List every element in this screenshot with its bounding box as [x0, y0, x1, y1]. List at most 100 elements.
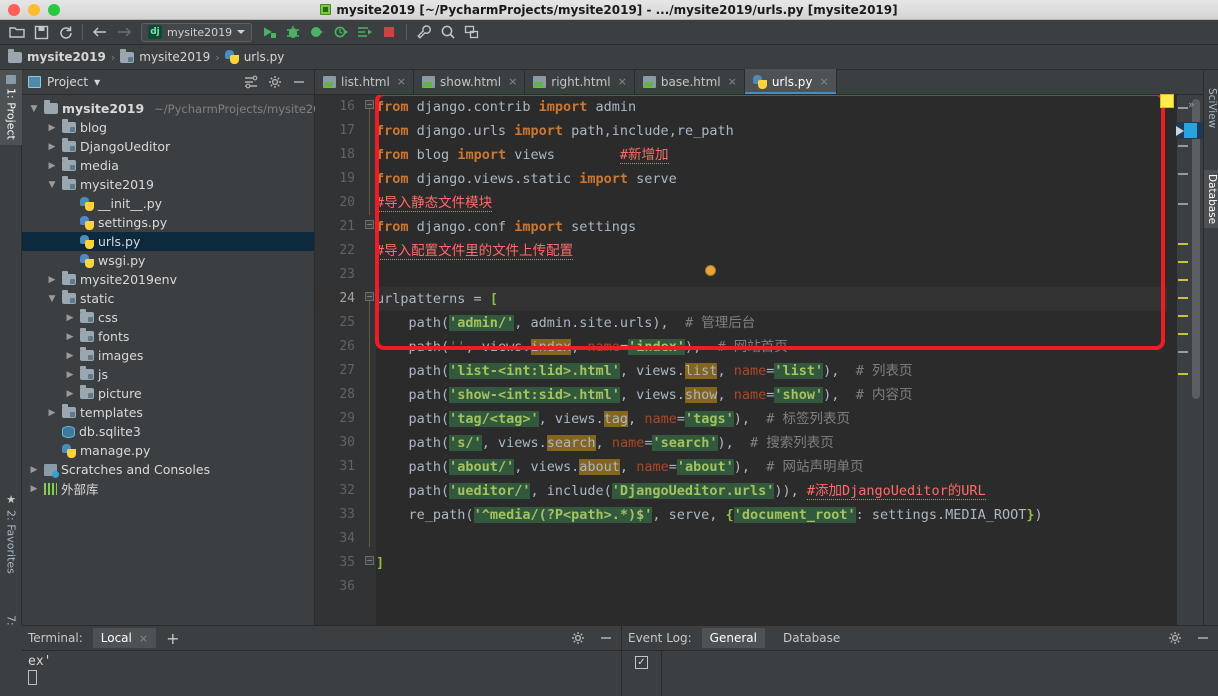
line-number[interactable]: 33	[315, 503, 362, 527]
code-line[interactable]	[376, 575, 1167, 599]
line-number[interactable]: 25	[315, 311, 362, 335]
error-stripe-mark[interactable]	[1178, 351, 1188, 353]
sidebar-item-database[interactable]: Database	[1204, 170, 1218, 229]
run-with-console-icon[interactable]	[354, 22, 376, 42]
inspection-status-chip[interactable]	[1160, 94, 1174, 108]
code-line[interactable]: #导入配置文件里的文件上传配置	[376, 239, 1167, 263]
line-number[interactable]: 28	[315, 383, 362, 407]
line-number[interactable]: 18	[315, 143, 362, 167]
error-stripe-mark[interactable]	[1178, 203, 1188, 205]
editor-tab-list-html[interactable]: list.html ×	[315, 69, 414, 94]
tree-item-djangoueditor[interactable]: ▶ DjangoUeditor	[22, 137, 314, 156]
twisty-collapsed-icon[interactable]: ▶	[46, 275, 58, 285]
line-number[interactable]: 31	[315, 455, 362, 479]
line-number[interactable]: 21	[315, 215, 362, 239]
code-line[interactable]: path('admin/', admin.site.urls), # 管理后台	[376, 311, 1167, 335]
code-line[interactable]: path('show-<int:sid>.html', views.show, …	[376, 383, 1167, 407]
code-line[interactable]: re_path('^media/(?P<path>.*)$', serve, {…	[376, 503, 1167, 527]
code-content[interactable]: from django.contrib import admin from dja…	[376, 95, 1167, 625]
code-line[interactable]: from django.views.static import serve	[376, 167, 1167, 191]
event-log-tab-database[interactable]: Database	[775, 628, 848, 648]
tree-item-blog[interactable]: ▶ blog	[22, 118, 314, 137]
code-line[interactable]: path('list-<int:lid>.html', views.list, …	[376, 359, 1167, 383]
tree-item-urls-py[interactable]: urls.py	[22, 232, 314, 251]
code-line[interactable]	[376, 263, 1167, 287]
save-icon[interactable]	[30, 22, 52, 42]
breadcrumb-item-project[interactable]: mysite2019	[8, 48, 106, 64]
error-stripe-mark[interactable]	[1178, 261, 1188, 263]
twisty-collapsed-icon[interactable]: ▶	[46, 142, 58, 152]
gear-icon[interactable]	[1166, 629, 1184, 647]
error-stripe-mark[interactable]	[1178, 333, 1188, 335]
line-number[interactable]: 32	[315, 479, 362, 503]
line-number[interactable]: 20	[315, 191, 362, 215]
fold-marker-imports[interactable]: −	[365, 100, 374, 109]
search-icon[interactable]	[437, 22, 459, 42]
twisty-collapsed-icon[interactable]: ▶	[46, 408, 58, 418]
code-line[interactable]: from blog import views #新增加	[376, 143, 1167, 167]
hide-icon[interactable]	[1194, 629, 1212, 647]
line-number[interactable]: 16	[315, 95, 362, 119]
editor-tab-show-html[interactable]: show.html ×	[414, 69, 526, 94]
tree-item--init-py[interactable]: __init__.py	[22, 194, 314, 213]
code-line[interactable]: path('tag/<tag>', views.tag, name='tags'…	[376, 407, 1167, 431]
gear-icon[interactable]	[569, 629, 587, 647]
error-stripe-mark[interactable]	[1178, 373, 1188, 375]
twisty-collapsed-icon[interactable]: ▶	[64, 332, 76, 342]
editor-tab-base-html[interactable]: base.html ×	[635, 69, 745, 94]
error-stripe-mark[interactable]	[1178, 243, 1188, 245]
error-stripe[interactable]	[1177, 95, 1189, 625]
fold-marker-conf[interactable]: −	[365, 220, 374, 229]
run-icon[interactable]	[258, 22, 280, 42]
tree-item-scratches-and-consoles[interactable]: ▶ Scratches and Consoles	[22, 460, 314, 479]
error-stripe-mark[interactable]	[1178, 315, 1188, 317]
add-terminal-button[interactable]: +	[166, 629, 179, 648]
code-folding-column[interactable]: − − − −	[362, 95, 376, 625]
tree-item-fonts[interactable]: ▶ fonts	[22, 327, 314, 346]
error-stripe-mark[interactable]	[1178, 173, 1188, 175]
tree-item-mysite2019[interactable]: ▼ mysite2019 ~/PycharmProjects/mysite20	[22, 99, 320, 118]
breadcrumb-item-module[interactable]: mysite2019	[120, 48, 210, 64]
tree-item-js[interactable]: ▶ js	[22, 365, 314, 384]
terminal-tab-local[interactable]: Local ×	[92, 628, 157, 648]
error-stripe-mark[interactable]	[1178, 145, 1188, 147]
twisty-collapsed-icon[interactable]: ▶	[64, 351, 76, 361]
close-icon[interactable]: ×	[728, 75, 737, 88]
twisty-expanded-icon[interactable]: ▼	[28, 104, 40, 114]
fold-marker-urlpatterns[interactable]: −	[365, 292, 374, 301]
line-number[interactable]: 19	[315, 167, 362, 191]
run-target-icon[interactable]	[1184, 123, 1197, 138]
line-number[interactable]: 34	[315, 527, 362, 551]
tree-item-manage-py[interactable]: manage.py	[22, 441, 314, 460]
event-log-tab-general[interactable]: General	[701, 628, 765, 648]
line-number[interactable]: 23	[315, 263, 362, 287]
close-icon[interactable]: ×	[397, 75, 406, 88]
twisty-expanded-icon[interactable]: ▼	[46, 180, 58, 190]
profile-icon[interactable]	[330, 22, 352, 42]
tree-item-wsgi-py[interactable]: wsgi.py	[22, 251, 314, 270]
sidebar-item-sciview[interactable]: SciView	[1204, 84, 1218, 132]
line-number[interactable]: 35	[315, 551, 362, 575]
code-line[interactable]: from django.contrib import admin	[376, 95, 1167, 119]
sidebar-item-favorites[interactable]: ★ 2: Favorites	[0, 488, 22, 579]
tree-item-templates[interactable]: ▶ templates	[22, 403, 314, 422]
twisty-collapsed-icon[interactable]: ▶	[28, 484, 40, 494]
twisty-collapsed-icon[interactable]: ▶	[64, 389, 76, 399]
line-number[interactable]: 17	[315, 119, 362, 143]
gear-icon[interactable]	[266, 73, 284, 91]
twisty-collapsed-icon[interactable]: ▶	[28, 465, 40, 475]
expand-right-icon[interactable]: »	[1188, 98, 1195, 111]
tree-item-images[interactable]: ▶ images	[22, 346, 314, 365]
tree-item-mysite2019[interactable]: ▼ mysite2019	[22, 175, 314, 194]
run-triangle-icon[interactable]	[1176, 125, 1184, 136]
code-line[interactable]: #导入静态文件模块	[376, 191, 1167, 215]
editor-tab-urls-py[interactable]: urls.py ×	[744, 69, 837, 94]
twisty-expanded-icon[interactable]: ▼	[46, 294, 58, 304]
debug-icon[interactable]	[282, 22, 304, 42]
collapse-all-icon[interactable]	[242, 73, 260, 91]
code-line[interactable]: path('about/', views.about, name='about'…	[376, 455, 1167, 479]
tree-item-settings-py[interactable]: settings.py	[22, 213, 314, 232]
line-number[interactable]: 26	[315, 335, 362, 359]
run-line-marker[interactable]	[1176, 122, 1203, 139]
twisty-collapsed-icon[interactable]: ▶	[46, 123, 58, 133]
